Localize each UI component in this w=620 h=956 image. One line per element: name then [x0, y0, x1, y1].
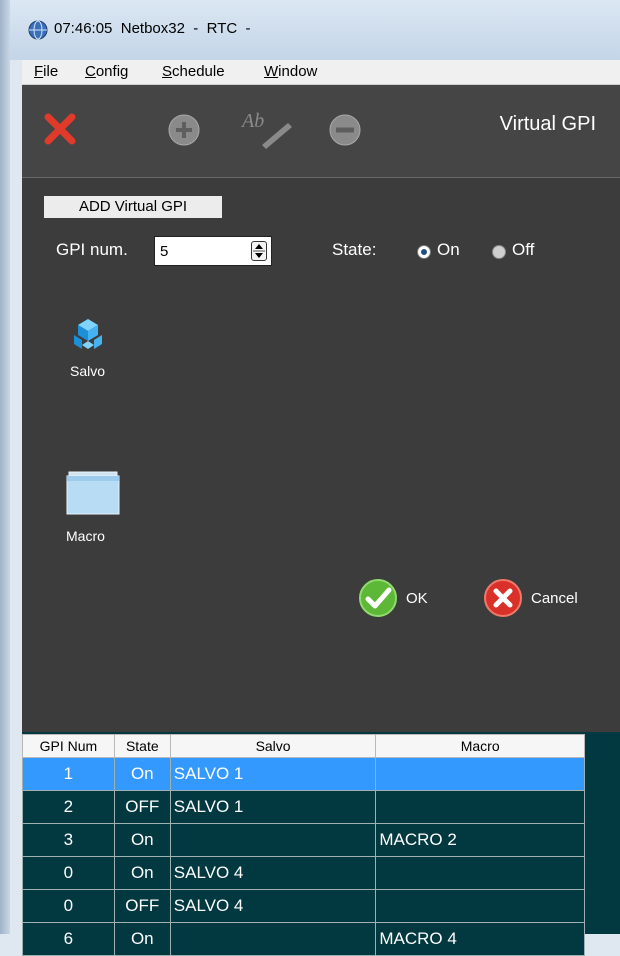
cell-gpi-num: 3 [22, 823, 115, 857]
close-icon[interactable] [42, 111, 78, 147]
gpi-table: GPI Num State Salvo Macro 1 On SALVO 1 2… [22, 734, 585, 956]
ok-label: OK [406, 589, 428, 607]
state-on-radio[interactable] [417, 245, 431, 259]
cell-state: On [113, 922, 171, 956]
remove-icon[interactable] [328, 113, 362, 147]
cell-salvo [169, 823, 377, 857]
cell-salvo: SALVO 4 [169, 856, 377, 890]
state-off-radio[interactable] [492, 245, 506, 259]
salvo-label: Salvo [70, 363, 106, 379]
cell-gpi-num: 0 [22, 856, 115, 890]
menu-file[interactable]: File [34, 63, 58, 80]
table-row[interactable]: 0 OFF SALVO 4 [22, 889, 585, 923]
cell-macro [375, 856, 585, 890]
column-header-state[interactable]: State [113, 734, 171, 758]
table-header-row: GPI Num State Salvo Macro [22, 734, 585, 758]
add-icon[interactable] [167, 113, 201, 147]
column-header-gpi-num[interactable]: GPI Num [22, 734, 115, 758]
gpi-num-input[interactable] [158, 240, 242, 262]
title-bar[interactable]: 07:46:05 Netbox32 - RTC - [10, 0, 620, 60]
macro-label: Macro [66, 528, 105, 544]
menu-schedule[interactable]: Schedule [162, 63, 225, 80]
cell-macro: MACRO 4 [375, 922, 585, 956]
state-on-label[interactable]: On [437, 240, 460, 260]
state-label: State: [332, 240, 377, 259]
table-row[interactable]: 3 On MACRO 2 [22, 823, 585, 857]
cell-state: On [113, 823, 171, 857]
cancel-label: Cancel [531, 589, 578, 607]
cell-gpi-num: 1 [22, 757, 115, 791]
window-title: 07:46:05 Netbox32 - RTC - [54, 20, 251, 37]
ok-button[interactable]: OK [358, 578, 428, 618]
cell-gpi-num: 6 [22, 922, 115, 956]
rename-icon[interactable]: Ab [240, 105, 294, 149]
cell-state: On [113, 856, 171, 890]
window-frame-left [0, 0, 10, 934]
cell-salvo: SALVO 1 [169, 757, 377, 791]
cell-state: OFF [113, 889, 171, 923]
table-row[interactable]: 6 On MACRO 4 [22, 922, 585, 956]
cell-salvo [169, 922, 377, 956]
spin-arrows-icon[interactable] [251, 241, 267, 261]
menu-window[interactable]: Window [264, 63, 317, 80]
cell-gpi-num: 2 [22, 790, 115, 824]
cell-state: On [113, 757, 171, 791]
client-area: Ab Virtual GPI ADD Virtual GPI GPI num. … [22, 85, 620, 956]
menu-bar: File Config Schedule Window [22, 60, 620, 85]
cell-macro [375, 790, 585, 824]
cell-macro: MACRO 2 [375, 823, 585, 857]
toolbar: Ab Virtual GPI [22, 85, 620, 178]
column-header-macro[interactable]: Macro [375, 734, 585, 758]
cell-salvo: SALVO 4 [169, 889, 377, 923]
table-row[interactable]: 2 OFF SALVO 1 [22, 790, 585, 824]
svg-text:Ab: Ab [240, 110, 264, 132]
macro-icon[interactable] [66, 470, 120, 516]
column-header-salvo[interactable]: Salvo [169, 734, 377, 758]
cell-gpi-num: 0 [22, 889, 115, 923]
add-virtual-gpi-panel: ADD Virtual GPI GPI num. State: On Off [22, 178, 620, 732]
cancel-x-icon [484, 579, 522, 617]
table-row[interactable]: 0 On SALVO 4 [22, 856, 585, 890]
gpi-num-label: GPI num. [56, 240, 128, 259]
cell-macro [375, 889, 585, 923]
gpi-num-stepper[interactable] [154, 236, 272, 266]
menu-config[interactable]: Config [85, 63, 128, 80]
cell-state: OFF [113, 790, 171, 824]
cancel-button[interactable]: Cancel [483, 578, 578, 618]
app-globe-icon [28, 20, 48, 40]
table-row[interactable]: 1 On SALVO 1 [22, 757, 585, 791]
section-label: ADD Virtual GPI [44, 196, 222, 218]
check-icon [359, 579, 397, 617]
salvo-icon[interactable] [68, 315, 108, 355]
page-title: Virtual GPI [499, 113, 596, 135]
cell-macro [375, 757, 585, 791]
state-off-label[interactable]: Off [512, 240, 534, 260]
cell-salvo: SALVO 1 [169, 790, 377, 824]
